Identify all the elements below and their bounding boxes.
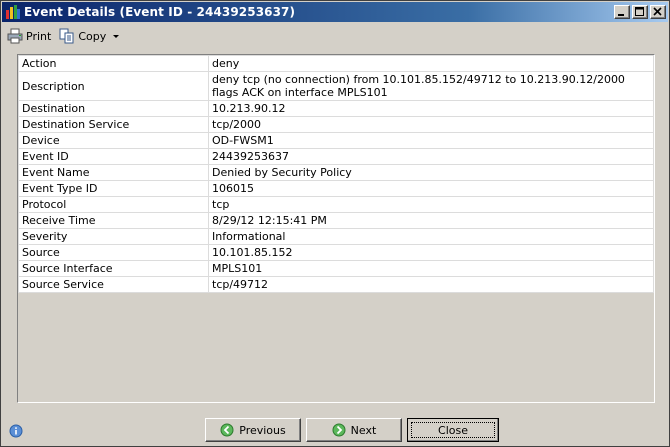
field-name-cell: Protocol: [18, 196, 209, 213]
field-name-cell: Source: [18, 244, 209, 261]
field-name-cell: Source Service: [18, 276, 209, 293]
toolbar: Print Copy: [7, 27, 128, 45]
copy-label: Copy: [78, 29, 107, 43]
field-name-cell: Event ID: [18, 148, 209, 165]
field-name-cell: Description: [18, 71, 209, 101]
field-name-cell: Destination Service: [18, 116, 209, 133]
window-title: Event Details (Event ID - 24439253637): [24, 5, 296, 19]
event-details-grid[interactable]: Action deny Description deny tcp (no connec…: [17, 54, 655, 403]
table-row[interactable]: Event Type ID 106015: [18, 180, 654, 197]
next-button[interactable]: Next: [306, 418, 402, 442]
table-row[interactable]: Source Interface MPLS101: [18, 260, 654, 277]
table-row[interactable]: Protocol tcp: [18, 196, 654, 213]
table-row[interactable]: Destination Service tcp/2000: [18, 116, 654, 133]
minimize-icon: [618, 14, 624, 16]
previous-button[interactable]: Previous: [205, 418, 301, 442]
copy-button[interactable]: Copy: [59, 28, 120, 44]
chevron-down-icon[interactable]: [112, 32, 120, 40]
info-icon[interactable]: [9, 424, 23, 438]
field-value-cell: tcp/49712: [208, 276, 654, 293]
field-value-cell: deny: [208, 55, 654, 72]
field-value-cell: 8/29/12 12:15:41 PM: [208, 212, 654, 229]
field-value-cell: MPLS101: [208, 260, 654, 277]
field-value-cell: deny tcp (no connection) from 10.101.85.…: [208, 71, 654, 101]
arrow-left-icon: [220, 423, 234, 437]
focus-rectangle: [411, 422, 495, 438]
field-name-cell: Destination: [18, 100, 209, 117]
maximize-button[interactable]: [632, 5, 648, 19]
print-label: Print: [26, 29, 52, 43]
field-value-cell: OD-FWSM1: [208, 132, 654, 149]
field-name-cell: Event Name: [18, 164, 209, 181]
table-row[interactable]: Action deny: [18, 55, 654, 72]
print-button[interactable]: Print: [7, 28, 51, 44]
minimize-button[interactable]: [614, 5, 630, 19]
field-name-cell: Receive Time: [18, 212, 209, 229]
table-row[interactable]: Source Service tcp/49712: [18, 276, 654, 293]
field-name-cell: Severity: [18, 228, 209, 245]
field-name-cell: Device: [18, 132, 209, 149]
field-name-cell: Event Type ID: [18, 180, 209, 197]
field-value-cell: 10.213.90.12: [208, 100, 654, 117]
table-row[interactable]: Severity Informational: [18, 228, 654, 245]
previous-label: Previous: [239, 423, 286, 437]
next-label: Next: [350, 423, 377, 437]
field-name-cell: Source Interface: [18, 260, 209, 277]
field-value-cell: 106015: [208, 180, 654, 197]
field-value-cell: Denied by Security Policy: [208, 164, 654, 181]
event-details-window: Event Details (Event ID - 24439253637) P…: [0, 0, 670, 447]
field-value-cell: tcp: [208, 196, 654, 213]
maximize-icon: [635, 7, 644, 16]
table-row[interactable]: Event ID 24439253637: [18, 148, 654, 165]
app-logo-icon: [5, 4, 21, 20]
close-button[interactable]: Close: [407, 418, 499, 442]
table-row[interactable]: Event Name Denied by Security Policy: [18, 164, 654, 181]
field-name-cell: Action: [18, 55, 209, 72]
printer-icon: [7, 28, 23, 44]
close-icon: [653, 7, 662, 16]
table-row[interactable]: Source 10.101.85.152: [18, 244, 654, 261]
table-row[interactable]: Destination 10.213.90.12: [18, 100, 654, 117]
close-window-button[interactable]: [650, 5, 666, 19]
title-bar[interactable]: Event Details (Event ID - 24439253637): [2, 2, 668, 22]
field-value-cell: Informational: [208, 228, 654, 245]
table-row[interactable]: Device OD-FWSM1: [18, 132, 654, 149]
field-value-cell: 10.101.85.152: [208, 244, 654, 261]
details-table: Action deny Description deny tcp (no connec…: [18, 55, 654, 293]
table-row[interactable]: Description deny tcp (no connection) from…: [18, 71, 654, 101]
copy-icon: [59, 28, 74, 44]
arrow-right-icon: [332, 423, 346, 437]
table-row[interactable]: Receive Time 8/29/12 12:15:41 PM: [18, 212, 654, 229]
field-value-cell: tcp/2000: [208, 116, 654, 133]
field-value-cell: 24439253637: [208, 148, 654, 165]
